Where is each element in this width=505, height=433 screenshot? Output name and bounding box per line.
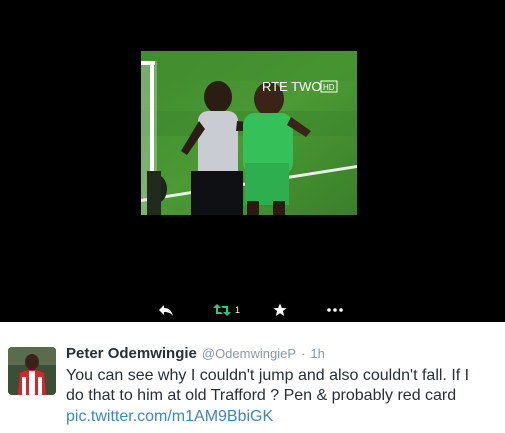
broadcast-logo: RTE TWO xyxy=(262,79,321,94)
user-handle[interactable]: @OdemwingieP xyxy=(202,346,296,361)
display-name[interactable]: Peter Odemwingie xyxy=(66,345,197,362)
tweet-timestamp[interactable]: 1h xyxy=(310,346,324,361)
tweet-text-line: do that to him at old Trafford ? Pen & p… xyxy=(66,387,457,404)
favorite-button[interactable] xyxy=(273,300,287,320)
tweet-header: Peter Odemwingie @OdemwingieP · 1h xyxy=(66,345,325,363)
avatar[interactable] xyxy=(8,347,56,395)
tweet-text: You can see why I couldn't jump and also… xyxy=(66,366,491,406)
more-button[interactable] xyxy=(327,300,343,320)
retweet-button[interactable]: 1 xyxy=(213,300,240,320)
retweet-icon xyxy=(213,303,231,317)
reply-icon xyxy=(158,303,174,317)
tweet-photo[interactable]: RTE TWO HD xyxy=(141,51,357,215)
header-separator: · xyxy=(301,346,306,361)
retweet-count: 1 xyxy=(235,304,241,315)
more-dots-icon xyxy=(327,307,343,313)
tweet-card: Peter Odemwingie @OdemwingieP · 1h You c… xyxy=(0,322,505,433)
tweet-photo-link[interactable]: pic.twitter.com/m1AM9BbiGK xyxy=(66,407,273,427)
tweet-actions: 1 xyxy=(150,300,360,320)
media-viewer: RTE TWO HD 1 xyxy=(0,0,505,322)
reply-button[interactable] xyxy=(158,300,174,320)
tweet-text-line: You can see why I couldn't jump and also… xyxy=(66,367,470,384)
broadcast-hd-badge: HD xyxy=(323,83,335,92)
star-icon xyxy=(273,303,287,317)
